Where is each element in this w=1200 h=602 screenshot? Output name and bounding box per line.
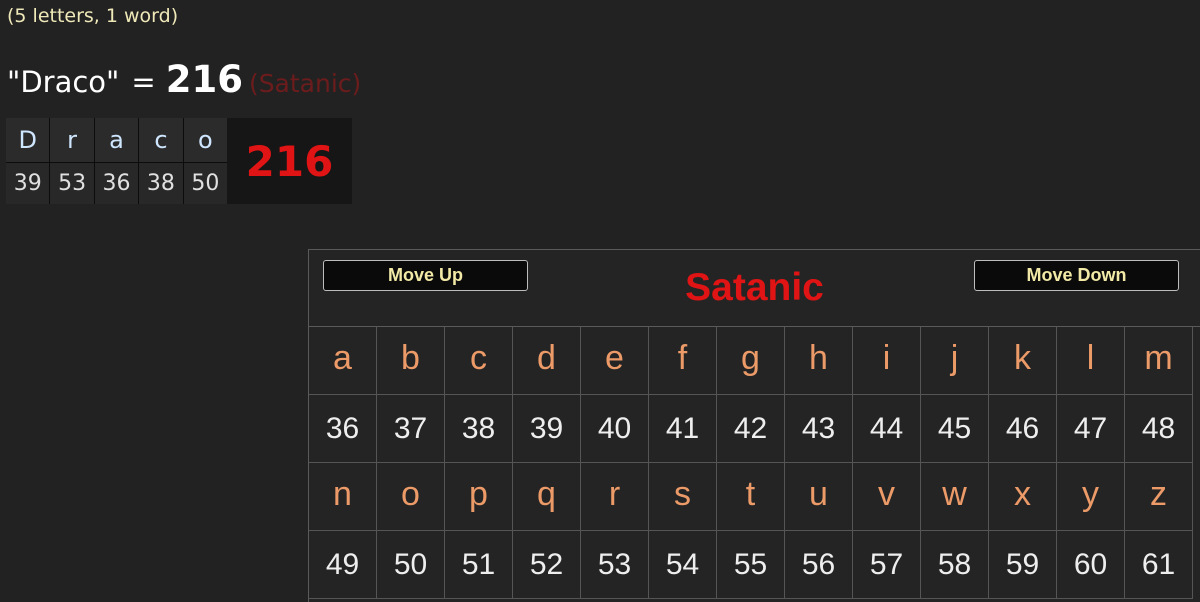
input-phrase: "Draco" <box>7 65 120 99</box>
cipher-letter-cell: f <box>649 327 717 395</box>
breakdown-column: D 39 <box>6 118 51 204</box>
cipher-value-cell: 36 <box>309 395 377 463</box>
cipher-grid: a b c d e f g h i j k l m 36 37 38 39 40 41 42 43 44 45 46 47 48 n… <box>309 327 1199 599</box>
breakdown-value: 38 <box>139 163 183 204</box>
cipher-letter-cell: y <box>1057 463 1125 531</box>
cipher-letter-cell: l <box>1057 327 1125 395</box>
cipher-value-cell: 58 <box>921 531 989 599</box>
cipher-chart: Move Up Satanic Move Down abcdefghijklm 3… <box>308 249 1200 602</box>
cipher-letter-cell: b <box>377 327 445 395</box>
cipher-letter-cell: r <box>581 463 649 531</box>
cipher-letter-cell: j <box>921 327 989 395</box>
breakdown-column: o 50 <box>183 118 228 204</box>
cipher-letter-cell: t <box>717 463 785 531</box>
breakdown-letter: o <box>183 118 228 163</box>
cipher-value-cell: 56 <box>785 531 853 599</box>
cipher-letter-cell: h <box>785 327 853 395</box>
breakdown-letter: a <box>94 118 139 163</box>
cipher-letter-cell: e <box>581 327 649 395</box>
cipher-letter-cell: s <box>649 463 717 531</box>
cipher-letter-cell: v <box>853 463 921 531</box>
cipher-value-cell: 39 <box>513 395 581 463</box>
breakdown-letter: r <box>50 118 94 163</box>
breakdown-column: a 36 <box>94 118 140 204</box>
cipher-value-cell: 44 <box>853 395 921 463</box>
cipher-value-cell: 52 <box>513 531 581 599</box>
letter-breakdown-table: D 39 r 53 a 36 c 38 o 50 216 <box>6 118 352 204</box>
cipher-value-cell: 37 <box>377 395 445 463</box>
move-down-button[interactable]: Move Down <box>974 260 1179 291</box>
breakdown-columns: D 39 r 53 a 36 c 38 o 50 <box>6 118 228 204</box>
cipher-value-cell: 38 <box>445 395 513 463</box>
breakdown-column: c 38 <box>139 118 184 204</box>
cipher-letter-cell: i <box>853 327 921 395</box>
cipher-value-cell: 40 <box>581 395 649 463</box>
cipher-value-cell: 54 <box>649 531 717 599</box>
gematria-total: 216 <box>165 58 243 101</box>
cipher-value-cell: 47 <box>1057 395 1125 463</box>
cipher-value-cell: 55 <box>717 531 785 599</box>
cipher-letter-cell: z <box>1125 463 1193 531</box>
breakdown-letter: D <box>6 118 50 163</box>
cipher-value-cell: 41 <box>649 395 717 463</box>
cipher-value-cell: 45 <box>921 395 989 463</box>
cipher-name-link[interactable]: (Satanic) <box>249 69 361 98</box>
cipher-value-cell: 42 <box>717 395 785 463</box>
cipher-value-cell: 57 <box>853 531 921 599</box>
cipher-value-cell: 61 <box>1125 531 1193 599</box>
equals-sign: = <box>131 65 156 99</box>
cipher-letter-cell: m <box>1125 327 1193 395</box>
cipher-letter-cell: d <box>513 327 581 395</box>
breakdown-value: 36 <box>94 163 139 204</box>
cipher-value-cell: 59 <box>989 531 1057 599</box>
cipher-value-cell: 49 <box>309 531 377 599</box>
cipher-letter-cell: c <box>445 327 513 395</box>
cipher-value-cell: 43 <box>785 395 853 463</box>
cipher-letter-cell: x <box>989 463 1057 531</box>
word-count-subtitle: (5 letters, 1 word) <box>7 5 179 27</box>
breakdown-value: 39 <box>6 163 50 204</box>
result-headline: "Draco" = 216 (Satanic) <box>7 58 361 106</box>
cipher-value-cell: 60 <box>1057 531 1125 599</box>
breakdown-value: 53 <box>50 163 94 204</box>
cipher-value-cell: 48 <box>1125 395 1193 463</box>
cipher-value-cell: 51 <box>445 531 513 599</box>
breakdown-letter: c <box>139 118 183 163</box>
breakdown-total: 216 <box>227 118 352 204</box>
cipher-value-cell: 46 <box>989 395 1057 463</box>
cipher-letter-cell: k <box>989 327 1057 395</box>
cipher-letter-cell: q <box>513 463 581 531</box>
cipher-letter-cell: g <box>717 327 785 395</box>
cipher-value-cell: 50 <box>377 531 445 599</box>
cipher-letter-cell: w <box>921 463 989 531</box>
cipher-letter-cell: u <box>785 463 853 531</box>
cipher-value-cell: 53 <box>581 531 649 599</box>
cipher-letter-cell: n <box>309 463 377 531</box>
cipher-chart-header: Move Up Satanic Move Down <box>309 250 1200 327</box>
cipher-letter-cell: o <box>377 463 445 531</box>
breakdown-column: r 53 <box>50 118 95 204</box>
cipher-letter-cell: a <box>309 327 377 395</box>
cipher-letter-cell: p <box>445 463 513 531</box>
breakdown-value: 50 <box>183 163 228 204</box>
